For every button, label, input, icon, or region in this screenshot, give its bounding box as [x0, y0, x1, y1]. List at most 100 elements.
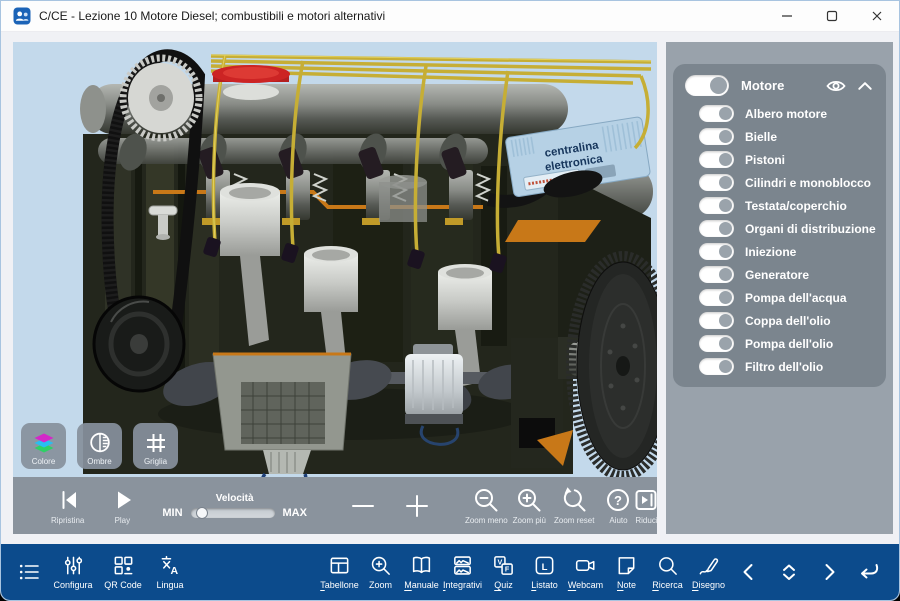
app-window: C/CE - Lezione 10 Motore Diesel; combust…	[0, 0, 900, 601]
zoom-out-label: Zoom meno	[465, 516, 508, 525]
aiuto-label: Aiuto	[609, 516, 627, 525]
riduci-button[interactable]: Riduci	[632, 486, 657, 525]
toggle-motore[interactable]	[685, 75, 729, 96]
speed-slider[interactable]	[191, 508, 275, 518]
maximize-button[interactable]	[809, 1, 854, 31]
speed-increase-button[interactable]	[403, 492, 431, 520]
zoom-in-label: Zoom più	[513, 516, 546, 525]
griglia-button[interactable]: Griglia	[133, 423, 178, 469]
chevron-up-icon[interactable]	[856, 80, 874, 92]
help-icon: ?	[604, 486, 632, 514]
note-button[interactable]: Note	[606, 554, 647, 590]
toggle-albero-motore[interactable]	[699, 105, 734, 122]
toggle-filtro-olio[interactable]	[699, 358, 734, 375]
ricerca-label: Ricerca	[652, 580, 683, 590]
webcam-label: Webcam	[568, 580, 603, 590]
configura-label: Configura	[53, 580, 92, 590]
speed-slider-knob[interactable]	[196, 507, 208, 519]
zoom-reset-button[interactable]: Zoom reset	[554, 486, 594, 525]
toggle-generatore[interactable]	[699, 266, 734, 283]
zoom-button[interactable]: Zoom	[360, 554, 401, 590]
toggle-knob	[710, 77, 727, 94]
view-options: Colore Ombre Griglia	[21, 423, 178, 469]
toggle-iniezione[interactable]	[699, 243, 734, 260]
zoom-in-button[interactable]: Zoom più	[513, 486, 546, 525]
toolbar-nav	[729, 560, 889, 584]
eye-icon[interactable]	[825, 79, 847, 93]
camera-icon	[574, 554, 597, 577]
parts-sidebar: Motore Albero motore	[666, 42, 893, 534]
parts-panel: Motore Albero motore	[673, 64, 886, 387]
manuale-label: Manuale	[404, 580, 439, 590]
list-icon	[17, 560, 41, 584]
toggle-cilindri[interactable]	[699, 174, 734, 191]
toggle-testata[interactable]	[699, 197, 734, 214]
toggle-pompa-olio[interactable]	[699, 335, 734, 352]
integrativi-label: Integrativi	[443, 580, 482, 590]
qr-icon	[112, 554, 135, 577]
list-l-icon: L	[533, 554, 556, 577]
velocita-label: Velocità	[216, 493, 254, 504]
quiz-label: Quiz	[494, 580, 513, 590]
sidebar-item-albero-motore: Albero motore	[699, 105, 876, 122]
images-icon	[451, 554, 474, 577]
sidebar-item-testata: Testata/coperchio	[699, 197, 876, 214]
play-button[interactable]: Play	[108, 486, 136, 525]
viewport-3d[interactable]: centralina elettronica	[13, 42, 657, 534]
ricerca-button[interactable]: Ricerca	[647, 554, 688, 590]
toggle-pistoni[interactable]	[699, 151, 734, 168]
svg-text:L: L	[542, 562, 548, 573]
aiuto-button[interactable]: ? Aiuto	[604, 486, 632, 525]
riduci-label: Riduci	[635, 516, 657, 525]
next-button[interactable]	[809, 560, 849, 584]
disegno-button[interactable]: Disegno	[688, 554, 729, 590]
zoom-label: Zoom	[369, 580, 392, 590]
sidebar-item-iniezione: Iniezione	[699, 243, 876, 260]
sidebar-item-cilindri: Cilindri e monoblocco	[699, 174, 876, 191]
previous-button[interactable]	[729, 560, 769, 584]
tabellone-button[interactable]: Tabellone	[319, 554, 360, 590]
close-button[interactable]	[854, 1, 899, 31]
svg-text:?: ?	[615, 493, 623, 508]
toggle-pompa-acqua[interactable]	[699, 289, 734, 306]
min-label: MIN	[162, 507, 182, 519]
zoom-reset-label: Zoom reset	[554, 516, 594, 525]
webcam-button[interactable]: Webcam	[565, 554, 606, 590]
titlebar: C/CE - Lezione 10 Motore Diesel; combust…	[1, 1, 899, 32]
quiz-button[interactable]: V F Quiz	[483, 554, 524, 590]
toggle-bielle[interactable]	[699, 128, 734, 145]
griglia-label: Griglia	[144, 457, 167, 466]
play-label: Play	[115, 516, 131, 525]
layers-icon	[31, 430, 57, 456]
expand-collapse-button[interactable]	[769, 560, 809, 584]
chevron-right-icon	[817, 560, 841, 584]
sidebar-item-pompa-acqua: Pompa dell'acqua	[699, 289, 876, 306]
speed-decrease-button[interactable]	[349, 492, 377, 520]
qr-code-button[interactable]: QR Code	[99, 554, 147, 590]
ombre-button[interactable]: Ombre	[77, 423, 122, 469]
manuale-button[interactable]: Manuale	[401, 554, 442, 590]
play-icon	[108, 486, 136, 514]
minimize-button[interactable]	[764, 1, 809, 31]
integrativi-button[interactable]: Integrativi	[442, 554, 483, 590]
zoom-out-icon	[472, 486, 500, 514]
menu-button[interactable]	[11, 560, 47, 584]
ripristina-label: Ripristina	[51, 516, 84, 525]
max-label: MAX	[283, 507, 307, 519]
lingua-label: Lingua	[156, 580, 183, 590]
configura-button[interactable]: Configura	[47, 554, 99, 590]
toggle-distribuzione[interactable]	[699, 220, 734, 237]
svg-text:A: A	[170, 565, 178, 577]
sidebar-item-coppa-olio: Coppa dell'olio	[699, 312, 876, 329]
listato-button[interactable]: L Listato	[524, 554, 565, 590]
zoom-out-button[interactable]: Zoom meno	[465, 486, 508, 525]
svg-text:F: F	[505, 566, 510, 574]
colore-button[interactable]: Colore	[21, 423, 66, 469]
exit-button[interactable]	[849, 560, 889, 584]
sidebar-item-pistoni: Pistoni	[699, 151, 876, 168]
note-label: Note	[617, 580, 636, 590]
toggle-coppa-olio[interactable]	[699, 312, 734, 329]
lingua-button[interactable]: A Lingua	[147, 554, 193, 590]
ripristina-button[interactable]: Ripristina	[51, 486, 84, 525]
panel-header: Motore	[683, 73, 876, 105]
